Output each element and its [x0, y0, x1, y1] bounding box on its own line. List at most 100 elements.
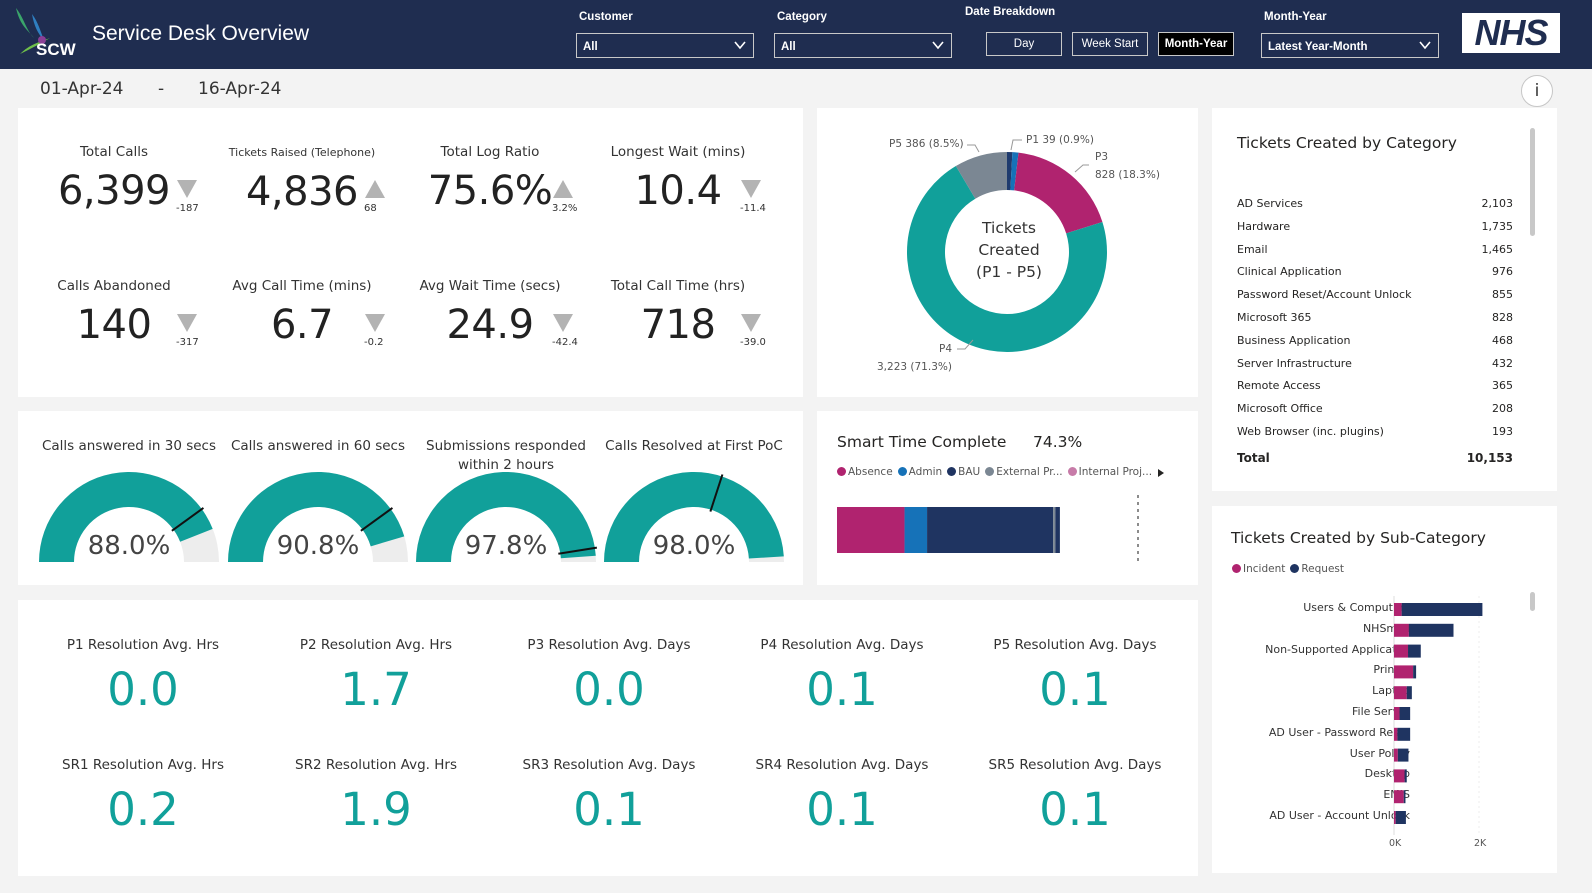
table-row[interactable]: AD Services 2,103 — [1237, 197, 1513, 210]
leader-line — [967, 144, 980, 153]
bar-request[interactable] — [1408, 623, 1454, 637]
table-row[interactable]: Email 1,465 — [1237, 243, 1513, 256]
table-row[interactable]: Server Infrastructure 432 — [1237, 357, 1513, 370]
smart-time-segment[interactable] — [1055, 507, 1060, 553]
month-year-dropdown[interactable]: Latest Year-Month — [1261, 33, 1439, 58]
legend-label: Incident — [1243, 563, 1286, 575]
table-row[interactable]: Business Application 468 — [1237, 334, 1513, 347]
subcategory-title: Tickets Created by Sub-Category — [1231, 529, 1486, 547]
donut-center-label: Tickets Created (P1 - P5) — [959, 217, 1059, 283]
kpi-label: Total Call Time (hrs) — [610, 278, 746, 294]
donut-label-p5: P5 386 (8.5%) — [889, 138, 964, 150]
table-row[interactable]: Remote Access 365 — [1237, 379, 1513, 392]
bar-incident[interactable] — [1394, 603, 1402, 616]
legend-item[interactable]: Incident — [1232, 563, 1285, 575]
legend-item[interactable]: BAU — [947, 466, 980, 478]
donut-center-line2: Created — [978, 241, 1040, 259]
month-year-filter-label: Month-Year — [1264, 11, 1327, 23]
table-row[interactable]: Hardware 1,735 — [1237, 220, 1513, 233]
bar-incident[interactable] — [1394, 748, 1398, 762]
resolution-value: 0.1 — [806, 663, 878, 716]
kpi-delta: -0.2 — [364, 337, 384, 348]
bar-request[interactable] — [1404, 769, 1407, 783]
info-button[interactable]: i — [1521, 75, 1553, 107]
legend-label: Internal Proj... — [1078, 466, 1153, 478]
legend-item[interactable]: Absence — [837, 466, 893, 478]
category-dropdown-value: All — [781, 41, 796, 53]
bar-incident[interactable] — [1394, 644, 1409, 658]
smart-time-segment[interactable] — [927, 507, 1054, 553]
bar-request[interactable] — [1397, 727, 1411, 741]
legend-label: BAU — [958, 466, 981, 478]
chevron-down-icon — [734, 41, 746, 50]
nhs-logo: NHS — [1462, 13, 1560, 53]
resolution-label: SR2 Resolution Avg. Hrs — [295, 757, 457, 773]
bar-request[interactable] — [1408, 644, 1421, 658]
resolution-card: P4 Resolution Avg. Days 0.1 — [727, 637, 957, 716]
date-start: 01-Apr-24 — [40, 79, 124, 99]
smart-time-segment[interactable] — [837, 507, 905, 553]
bar-incident[interactable] — [1394, 686, 1407, 700]
table-cell-count: 208 — [1492, 402, 1513, 416]
bar-incident[interactable] — [1394, 665, 1414, 679]
week-start-button[interactable]: Week Start — [1072, 32, 1148, 56]
table-row[interactable]: Web Browser (inc. plugins) 193 — [1237, 425, 1513, 438]
legend-item[interactable]: Internal Proj... — [1067, 466, 1153, 478]
resolution-label: SR1 Resolution Avg. Hrs — [62, 757, 224, 773]
donut-center-line3: (P1 - P5) — [976, 263, 1042, 281]
month-year-button[interactable]: Month-Year — [1158, 32, 1234, 56]
legend-item[interactable]: Admin — [897, 466, 942, 478]
smart-time-segment[interactable] — [904, 507, 928, 553]
triangle-down-icon — [365, 314, 385, 332]
gauge-value: 88.0% — [87, 531, 171, 561]
gauge-card: Calls answered in 60 secs 90.8% — [224, 437, 412, 577]
resolution-card: P3 Resolution Avg. Days 0.0 — [494, 637, 724, 716]
table-cell-category: Remote Access — [1237, 379, 1321, 393]
table-scrollbar[interactable] — [1530, 128, 1535, 236]
legend-next-icon[interactable] — [1156, 468, 1166, 478]
kpi-card: Total Calls 6,399 -187 — [20, 144, 208, 234]
resolution-value: 0.0 — [573, 663, 645, 716]
bar-request[interactable] — [1399, 707, 1411, 720]
bar-incident[interactable] — [1394, 707, 1400, 720]
legend-item[interactable]: Request — [1290, 563, 1344, 575]
bar-incident[interactable] — [1394, 790, 1404, 804]
donut-label-p4-name: P4 — [939, 343, 953, 355]
kpi-delta: 3.2% — [552, 203, 578, 214]
bar-request[interactable] — [1401, 603, 1483, 616]
bar-request[interactable] — [1403, 790, 1406, 804]
kpi-card: Total Call Time (hrs) 718 -39.0 — [584, 278, 772, 368]
bar-request[interactable] — [1395, 811, 1406, 824]
table-row[interactable]: Password Reset/Account Unlock 855 — [1237, 288, 1513, 301]
resolution-card: P1 Resolution Avg. Hrs 0.0 — [28, 637, 258, 716]
bar-request[interactable] — [1397, 748, 1409, 762]
triangle-down-icon — [177, 314, 197, 332]
resolution-card: SR3 Resolution Avg. Days 0.1 — [494, 757, 724, 836]
kpi-delta: -11.4 — [740, 203, 766, 214]
customer-filter-label: Customer — [579, 11, 633, 23]
bar-incident[interactable] — [1394, 811, 1396, 824]
category-dropdown[interactable]: All — [774, 33, 952, 58]
table-row[interactable]: Microsoft 365 828 — [1237, 311, 1513, 324]
resolution-value: 0.2 — [107, 783, 179, 836]
bar-request[interactable] — [1413, 665, 1417, 679]
table-cell-category: Web Browser (inc. plugins) — [1237, 425, 1384, 438]
bar-incident[interactable] — [1394, 623, 1409, 637]
smart-time-segment[interactable] — [1053, 507, 1056, 553]
resolution-value: 0.0 — [107, 663, 179, 716]
gauge-label: Calls answered in 30 secs — [41, 438, 217, 454]
customer-dropdown[interactable]: All — [576, 33, 754, 58]
bar-incident[interactable] — [1394, 727, 1398, 741]
legend-dot-icon — [1232, 564, 1241, 573]
day-button[interactable]: Day — [986, 32, 1062, 56]
table-row[interactable]: Clinical Application 976 — [1237, 265, 1513, 278]
bar-incident[interactable] — [1394, 769, 1405, 783]
smart-time-value: 74.3% — [1033, 433, 1083, 451]
table-row[interactable]: Microsoft Office 208 — [1237, 402, 1513, 415]
resolution-value: 1.9 — [340, 783, 412, 836]
gauge-value: 97.8% — [464, 531, 548, 561]
legend-item[interactable]: External Pr... — [985, 466, 1063, 478]
header-bar: SCW Service Desk Overview Customer All C… — [0, 0, 1592, 69]
donut-label-p1: P1 39 (0.9%) — [1026, 134, 1094, 146]
bar-request[interactable] — [1406, 686, 1412, 700]
